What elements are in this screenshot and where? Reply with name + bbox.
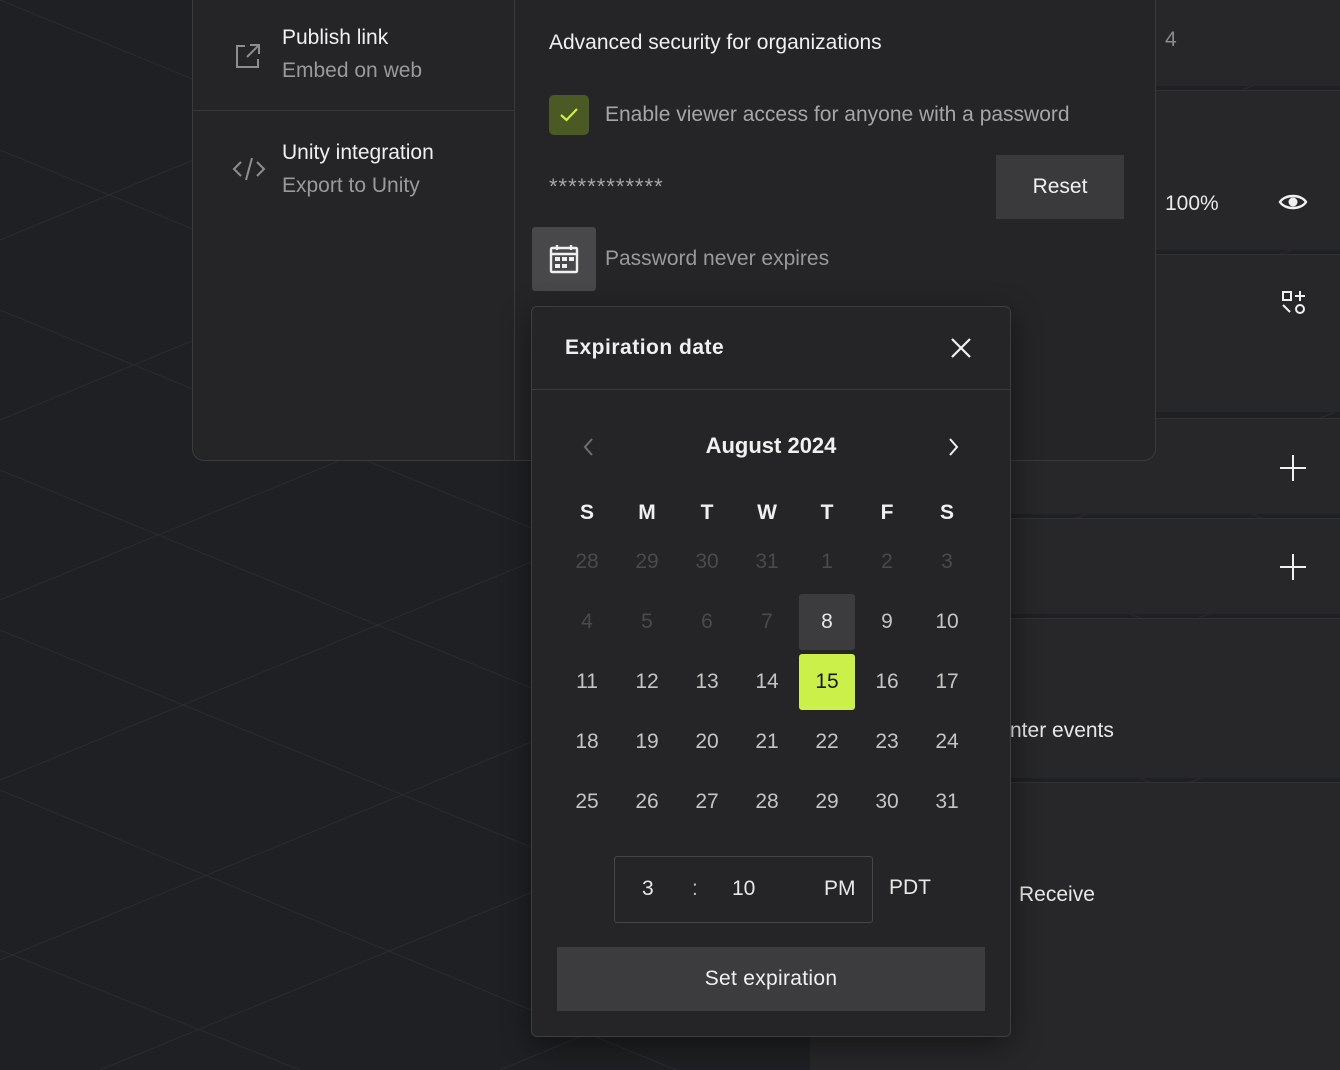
calendar-day[interactable]: 13 [679, 654, 735, 710]
weekday-label: S [579, 501, 594, 524]
plus-icon[interactable] [1278, 453, 1308, 483]
calendar-day: 6 [701, 610, 713, 633]
weekday-label: M [638, 501, 656, 524]
menu-item-unity-integration[interactable]: Unity integration Export to Unity [193, 112, 515, 226]
calendar-day[interactable]: 26 [619, 774, 675, 830]
calendar-day[interactable]: 29 [799, 774, 855, 830]
calendar-day[interactable]: 11 [559, 654, 615, 710]
calendar-day: 5 [641, 610, 653, 633]
external-link-icon [233, 41, 263, 71]
background-panel-events: nter events [1010, 618, 1340, 778]
calendar-day[interactable]: 28 [739, 774, 795, 830]
expiration-status: Password never expires [605, 247, 830, 270]
popup-header: Expiration date [532, 307, 1010, 390]
checkbox-label: Enable viewer access for anyone with a p… [605, 103, 1070, 126]
weekday-label: T [700, 501, 714, 524]
calendar-day[interactable]: 19 [619, 714, 675, 770]
receive-label: Receive [1019, 883, 1095, 906]
eye-icon[interactable] [1278, 190, 1308, 214]
password-field[interactable]: ************ [549, 174, 664, 200]
calendar-day: 7 [761, 610, 773, 633]
password-access-checkbox[interactable] [549, 95, 589, 135]
calendar-day[interactable]: 12 [619, 654, 675, 710]
calendar-day: 2 [881, 550, 893, 573]
layer-count: 4 [1165, 28, 1177, 51]
calendar-day[interactable]: 20 [679, 714, 735, 770]
time-input: 3 : 10 PM [614, 856, 873, 923]
hour-input[interactable]: 3 [642, 877, 654, 901]
calendar-day[interactable]: 31 [919, 774, 975, 830]
background-panel-add-2 [1010, 518, 1340, 614]
weekday-label: W [757, 501, 777, 524]
minute-input[interactable]: 10 [732, 877, 755, 901]
plus-icon[interactable] [1278, 552, 1308, 582]
calendar-day[interactable]: 9 [859, 594, 915, 650]
calendar-day[interactable]: 17 [919, 654, 975, 710]
calendar-day[interactable]: 24 [919, 714, 975, 770]
calendar-day[interactable]: 10 [919, 594, 975, 650]
menu-item-title: Publish link [282, 26, 389, 49]
calendar-day[interactable]: 16 [859, 654, 915, 710]
code-icon [232, 154, 266, 184]
calendar-day-today[interactable]: 8 [799, 594, 855, 650]
calendar-day: 29 [635, 550, 659, 573]
shapes-icon[interactable] [1280, 289, 1308, 317]
popup-title: Expiration date [565, 336, 725, 359]
reset-button[interactable]: Reset [996, 155, 1124, 219]
calendar-day: 1 [821, 550, 833, 573]
calendar-day: 31 [755, 550, 779, 573]
expiration-date-popup: Expiration date August 2024 S M T W T F … [531, 306, 1011, 1037]
close-icon[interactable] [946, 333, 976, 363]
menu-item-subtitle: Export to Unity [282, 174, 420, 197]
events-label: nter events [1010, 719, 1114, 742]
calendar-day[interactable]: 25 [559, 774, 615, 830]
weekday-label: F [880, 501, 894, 524]
share-menu: Publish link Embed on web Unity integrat… [193, 0, 515, 460]
calendar-day: 28 [575, 550, 599, 573]
timezone-label: PDT [889, 876, 931, 899]
weekday-label: S [939, 501, 954, 524]
time-separator: : [692, 877, 698, 900]
calendar-icon [548, 243, 580, 280]
calendar-day-selected[interactable]: 15 [799, 654, 855, 710]
calendar-day: 3 [941, 550, 953, 573]
calendar-day: 4 [581, 610, 593, 633]
calendar-day[interactable]: 30 [859, 774, 915, 830]
calendar-day[interactable]: 23 [859, 714, 915, 770]
calendar-day[interactable]: 21 [739, 714, 795, 770]
expiration-calendar-button[interactable] [532, 227, 596, 291]
ampm-toggle[interactable]: PM [824, 877, 856, 901]
month-label: August 2024 [705, 433, 837, 458]
section-title: Advanced security for organizations [549, 31, 882, 54]
zoom-value: 100% [1165, 192, 1219, 215]
calendar-day[interactable]: 14 [739, 654, 795, 710]
weekday-label: T [820, 501, 834, 524]
menu-item-title: Unity integration [282, 141, 434, 164]
calendar-day: 30 [695, 550, 719, 573]
calendar-day[interactable]: 22 [799, 714, 855, 770]
set-expiration-button[interactable]: Set expiration [557, 947, 985, 1011]
chevron-right-icon[interactable] [941, 435, 965, 459]
menu-item-publish-link[interactable]: Publish link Embed on web [193, 1, 515, 111]
calendar-day[interactable]: 18 [559, 714, 615, 770]
menu-item-subtitle: Embed on web [282, 59, 423, 82]
checkmark-icon [559, 107, 579, 128]
calendar-day[interactable]: 27 [679, 774, 735, 830]
